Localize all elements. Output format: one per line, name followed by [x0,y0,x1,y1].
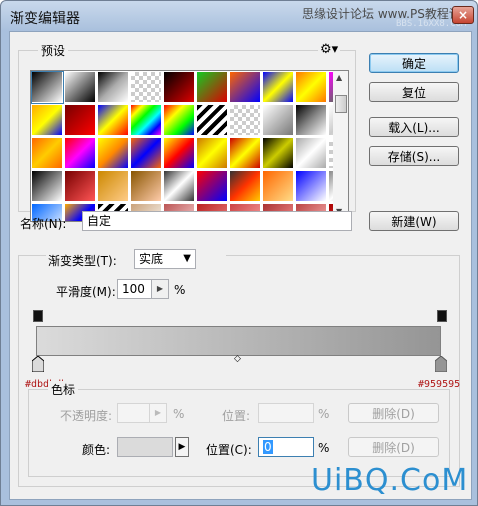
preset-swatch[interactable] [98,138,129,169]
stop-color-swatch[interactable] [117,437,173,457]
save-button[interactable]: 存储(S)... [369,146,459,166]
preset-swatch[interactable] [230,138,261,169]
smoothness-input[interactable]: 100 ▶ [117,279,169,299]
reset-button[interactable]: 复位 [369,82,459,102]
preset-swatch[interactable] [296,138,327,169]
preset-swatch[interactable] [65,105,96,136]
load-button[interactable]: 载入(L)... [369,117,459,137]
gear-icon[interactable]: ⚙▾ [318,42,341,57]
name-label: 名称(N): [20,217,67,231]
preset-swatch[interactable] [164,105,195,136]
close-button[interactable]: × [452,6,474,24]
smoothness-label: 平滑度(M): [56,285,116,299]
preset-swatch[interactable] [131,72,162,103]
opacity-location-label: 位置: [222,409,251,423]
name-input[interactable]: 自定 [82,211,352,231]
chevron-down-icon: ▼ [183,253,191,264]
preset-swatch[interactable] [230,72,261,103]
location-value: 0 [263,440,273,454]
preset-swatch[interactable] [296,171,327,202]
preset-swatch[interactable] [131,171,162,202]
opacity-stop-right[interactable] [437,310,447,322]
title-bar[interactable]: 渐变编辑器 思缘设计论坛 www.PS教程论坛 BBS.16XX8.COM × [1,1,477,31]
opacity-location-unit: % [318,407,330,421]
scroll-up-icon[interactable]: ▲ [336,73,342,82]
preset-swatch[interactable] [197,138,228,169]
preset-swatch[interactable] [32,138,63,169]
preset-swatch[interactable] [131,138,162,169]
preset-swatch[interactable] [98,72,129,103]
site-logo-text: UiBQ.CoM [311,463,469,498]
new-button[interactable]: 新建(W) [369,211,459,231]
stepper-arrow-icon[interactable]: ▶ [151,280,168,298]
preset-swatch[interactable] [164,72,195,103]
gradient-type-label: 渐变类型(T): [48,254,117,268]
delete-opacity-stop-button[interactable]: 删除(D) [348,403,439,423]
preset-swatch[interactable] [65,72,96,103]
midpoint-diamond-icon[interactable]: ◇ [234,354,241,364]
color-stop-left[interactable] [31,355,45,375]
preset-swatch[interactable] [263,105,294,136]
preset-swatch[interactable] [296,72,327,103]
opacity-input[interactable]: ▶ [117,403,167,423]
gradient-type-select[interactable]: 实底 ▼ [134,249,196,269]
location-input[interactable]: 0 [258,437,314,457]
preset-swatch[interactable] [164,171,195,202]
preset-swatch[interactable] [197,105,228,136]
preset-swatch[interactable] [197,72,228,103]
preset-swatch[interactable] [263,171,294,202]
preset-swatch[interactable] [98,105,129,136]
preset-swatch[interactable] [98,171,129,202]
stepper-arrow-icon[interactable]: ▶ [149,404,166,422]
preset-swatch[interactable] [296,105,327,136]
location-unit: % [318,441,330,455]
smoothness-unit: % [174,283,186,297]
preset-swatch[interactable] [230,171,261,202]
opacity-label: 不透明度: [60,409,113,423]
color-label: 颜色: [82,443,111,457]
opacity-unit: % [173,407,185,421]
gradient-preview-bar[interactable] [36,326,441,356]
preset-swatch[interactable] [31,71,64,104]
location-label: 位置(C): [206,443,252,457]
gradient-editor-window: 渐变编辑器 思缘设计论坛 www.PS教程论坛 BBS.16XX8.COM × … [0,0,478,506]
window-title: 渐变编辑器 [10,11,80,27]
preset-swatch[interactable] [197,171,228,202]
preset-swatch[interactable] [263,138,294,169]
preset-swatch[interactable] [263,72,294,103]
presets-scrollbar[interactable]: ▲ ▼ [333,70,349,220]
preset-swatch[interactable] [65,138,96,169]
stops-label: 色标 [48,381,79,398]
presets-label: 预设 [38,42,69,59]
color-menu-arrow-icon[interactable]: ▶ [175,437,189,457]
preset-swatch-grid[interactable] [30,70,334,222]
preset-swatch[interactable] [131,105,162,136]
preset-swatch[interactable] [32,105,63,136]
opacity-stop-left[interactable] [33,310,43,322]
color-stop-right[interactable] [434,355,448,375]
dialog-body: 预设 ⚙▾ ▲ ▼ 确定 复位 载入(L)... 存储(S)... 名称(N):… [9,31,472,500]
ok-button[interactable]: 确定 [369,53,459,73]
delete-color-stop-button[interactable]: 删除(D) [348,437,439,457]
smoothness-value: 100 [122,282,145,296]
preset-swatch[interactable] [32,171,63,202]
gradient-type-value: 实底 [139,252,164,266]
gradient-type-row: 渐变类型(T): 实底 ▼ [46,248,226,270]
preset-swatch[interactable] [65,171,96,202]
preset-swatch[interactable] [164,138,195,169]
preset-swatch[interactable] [230,105,261,136]
scroll-thumb[interactable] [335,95,347,113]
opacity-location-input[interactable] [258,403,314,423]
